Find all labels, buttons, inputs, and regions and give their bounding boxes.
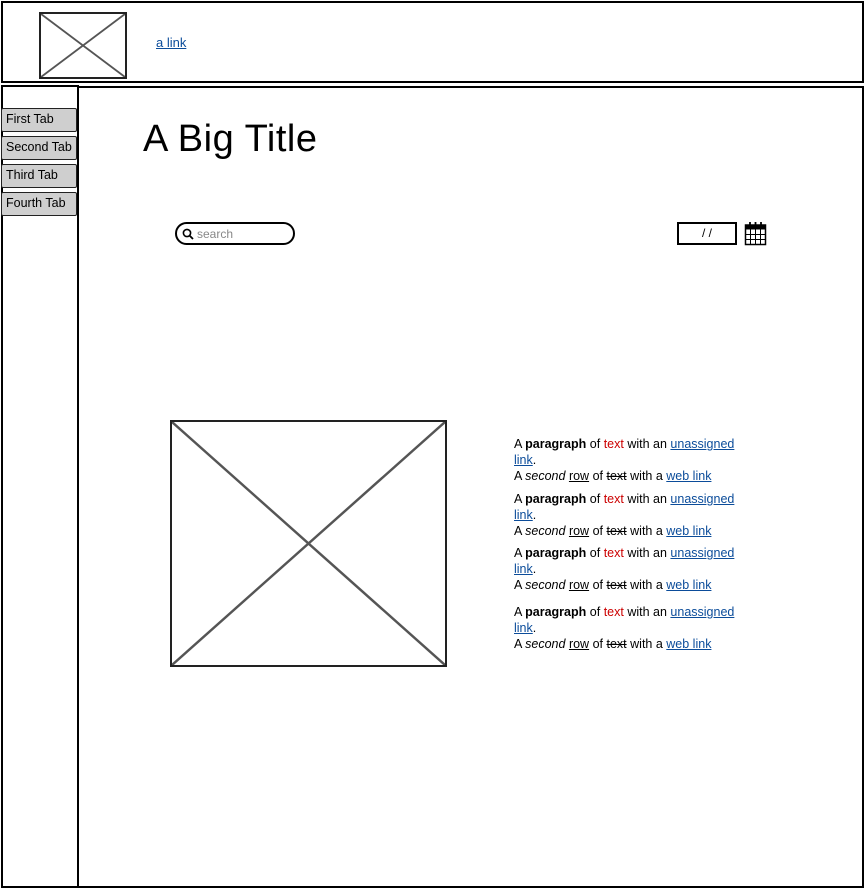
unassigned-link-cont[interactable]: link [514, 453, 533, 467]
underlined-word: row [568, 578, 590, 592]
logo-image-placeholder-icon [39, 12, 127, 79]
red-word: text [603, 437, 624, 451]
word: of [589, 605, 601, 619]
word: of [589, 492, 601, 506]
italic-word: second [525, 578, 566, 592]
web-link[interactable]: web link [666, 469, 711, 483]
strikethrough-word: text [606, 637, 627, 651]
word: A [514, 637, 522, 651]
tab-fourth[interactable]: Fourth Tab [1, 192, 77, 216]
unassigned-link[interactable]: unassigned [670, 492, 734, 506]
italic-word: second [525, 524, 566, 538]
unassigned-link[interactable]: unassigned [670, 437, 734, 451]
strikethrough-word: text [606, 524, 627, 538]
word: of [592, 524, 604, 538]
strikethrough-word: text [606, 469, 627, 483]
bold-word: paragraph [525, 546, 587, 560]
word: A [514, 469, 522, 483]
header-link[interactable]: a link [156, 35, 186, 50]
underlined-word: row [568, 469, 590, 483]
period: . [532, 453, 537, 467]
underlined-word: row [568, 524, 590, 538]
unassigned-link-cont[interactable]: link [514, 562, 533, 576]
period: . [532, 508, 537, 522]
bold-word: paragraph [525, 437, 587, 451]
period: . [532, 621, 537, 635]
word: A [514, 492, 522, 506]
search-input[interactable] [197, 225, 289, 243]
word: of [589, 546, 601, 560]
search-box[interactable] [175, 222, 295, 245]
unassigned-link-cont[interactable]: link [514, 508, 533, 522]
tab-third[interactable]: Third Tab [1, 164, 77, 188]
paragraph: A paragraph of text with an unassigned l… [514, 545, 734, 593]
search-icon [182, 228, 194, 240]
word: with a [630, 578, 663, 592]
header-bar [1, 1, 864, 83]
underlined-word: row [568, 637, 590, 651]
word: with a [630, 469, 663, 483]
word: A [514, 524, 522, 538]
paragraph: A paragraph of text with an unassigned l… [514, 491, 734, 539]
unassigned-link[interactable]: unassigned [670, 605, 734, 619]
word: A [514, 437, 522, 451]
page-title: A Big Title [143, 118, 318, 160]
date-field[interactable]: / / [677, 222, 737, 245]
paragraph: A paragraph of text with an unassigned l… [514, 604, 734, 652]
period: . [532, 562, 537, 576]
tab-second[interactable]: Second Tab [1, 136, 77, 160]
image-placeholder-icon [170, 420, 447, 667]
web-link[interactable]: web link [666, 578, 711, 592]
red-word: text [603, 492, 624, 506]
word: of [592, 637, 604, 651]
word: with an [627, 437, 667, 451]
word: A [514, 578, 522, 592]
italic-word: second [525, 637, 566, 651]
unassigned-link-cont[interactable]: link [514, 621, 533, 635]
word: of [592, 578, 604, 592]
word: with a [630, 524, 663, 538]
word: of [589, 437, 601, 451]
tab-first[interactable]: First Tab [1, 108, 77, 132]
red-word: text [603, 605, 624, 619]
italic-word: second [525, 469, 566, 483]
word: with an [627, 492, 667, 506]
word: of [592, 469, 604, 483]
word: with a [630, 637, 663, 651]
strikethrough-word: text [606, 578, 627, 592]
word: A [514, 605, 522, 619]
paragraph: A paragraph of text with an unassigned l… [514, 436, 734, 484]
bold-word: paragraph [525, 605, 587, 619]
red-word: text [603, 546, 624, 560]
word: with an [627, 605, 667, 619]
calendar-icon[interactable] [744, 221, 767, 246]
bold-word: paragraph [525, 492, 587, 506]
word: with an [627, 546, 667, 560]
word: A [514, 546, 522, 560]
web-link[interactable]: web link [666, 524, 711, 538]
unassigned-link[interactable]: unassigned [670, 546, 734, 560]
web-link[interactable]: web link [666, 637, 711, 651]
